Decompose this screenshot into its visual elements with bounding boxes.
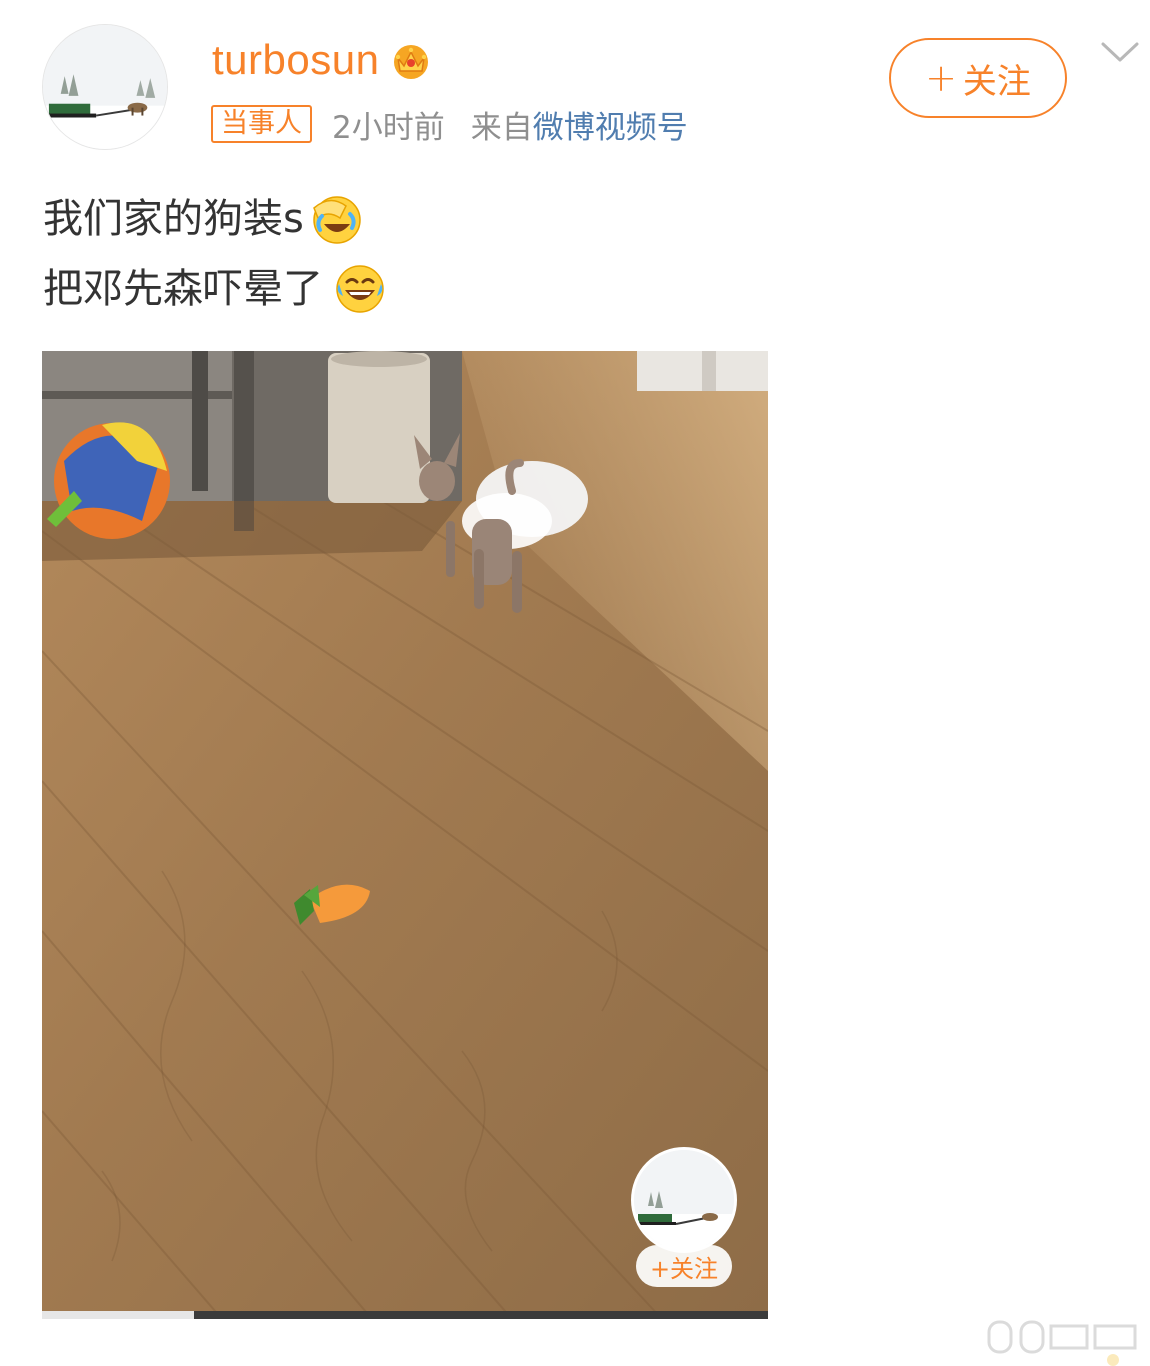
post-line-1: 我们家的狗装s	[43, 184, 387, 254]
follow-button[interactable]: + 关注	[889, 38, 1067, 118]
post-meta: 当事人 2小时前 来自 微博视频号	[211, 102, 688, 147]
post-text: 我们家的狗装s 把邓先森吓晕了	[43, 184, 387, 324]
chevron-down-icon[interactable]	[1100, 40, 1140, 66]
video-author-avatar[interactable]	[631, 1147, 737, 1253]
author-avatar[interactable]	[42, 24, 168, 150]
follow-label: 关注	[962, 61, 1031, 102]
username[interactable]: turbosun	[212, 36, 379, 84]
weibo-watermark-icon	[987, 1320, 1137, 1366]
source-link[interactable]: 微博视频号	[533, 102, 688, 147]
tears-of-joy-emoji	[336, 265, 384, 313]
facepalm-laugh-emoji	[312, 196, 361, 244]
video-player[interactable]: +关注	[42, 351, 768, 1319]
video-progress-bar[interactable]	[42, 1311, 768, 1319]
plus-icon: +	[925, 56, 957, 100]
post-line-2: 把邓先森吓晕了	[43, 254, 387, 324]
post-line-1-text: 我们家的狗装s	[43, 196, 304, 242]
post-line-2-text: 把邓先森吓晕了	[43, 266, 323, 312]
party-badge: 当事人	[211, 105, 312, 143]
username-row: turbosun	[212, 34, 433, 86]
crown-icon[interactable]	[389, 38, 433, 82]
source-prefix: 来自	[470, 109, 533, 146]
video-progress-fill	[42, 1311, 195, 1319]
post-time: 2小时前	[332, 109, 445, 146]
avatar-snow-scene-image	[634, 1150, 734, 1250]
video-follow-button[interactable]: +关注	[636, 1245, 732, 1287]
avatar-snow-scene-image	[43, 25, 167, 149]
